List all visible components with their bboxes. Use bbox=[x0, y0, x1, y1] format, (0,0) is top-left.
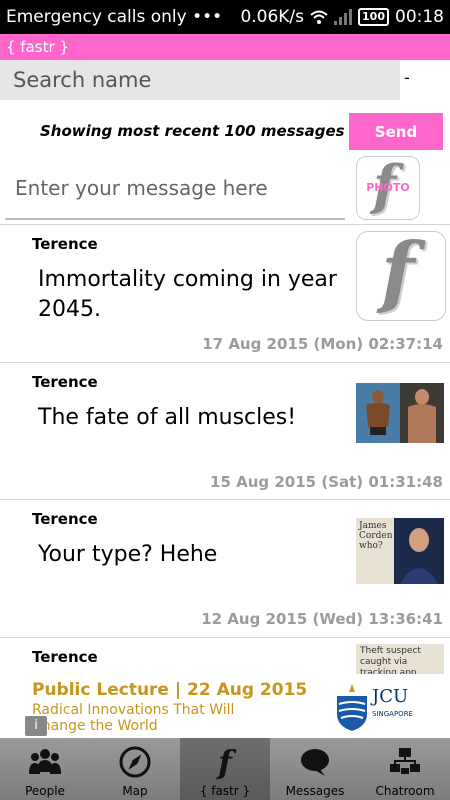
chatroom-icon bbox=[390, 748, 420, 774]
app-title-bar: { fastr } bbox=[0, 34, 450, 60]
message-sender: Terence bbox=[32, 235, 98, 253]
speech-bubble-icon bbox=[301, 749, 329, 776]
search-input[interactable] bbox=[0, 60, 400, 100]
message-thumbnail[interactable]: f bbox=[356, 231, 446, 321]
people-icon bbox=[29, 749, 61, 774]
ad-title: Public Lecture | 22 Aug 2015 bbox=[32, 680, 308, 700]
network-speed: 0.06K/s bbox=[240, 7, 305, 27]
message-item[interactable]: Terence Your type? Hehe James Corden who… bbox=[0, 499, 450, 637]
bottom-nav: People Map f { fastr } Messages Chatroom bbox=[0, 738, 450, 800]
message-timestamp: 17 Aug 2015 (Mon) 02:37:14 bbox=[202, 335, 443, 353]
nav-item-fastr[interactable]: f { fastr } bbox=[180, 738, 270, 800]
showing-label: Showing most recent 100 messages bbox=[40, 122, 345, 140]
message-item[interactable]: Terence Immortality coming in year 2045.… bbox=[0, 224, 450, 362]
search-row: - bbox=[0, 60, 450, 100]
nav-label-fastr: { fastr } bbox=[199, 784, 251, 798]
send-button[interactable]: Send bbox=[349, 113, 443, 150]
nav-item-messages[interactable]: Messages bbox=[270, 738, 360, 800]
message-item[interactable]: Terence The fate of all muscles! 15 Aug … bbox=[0, 362, 450, 499]
message-sender: Terence bbox=[32, 648, 98, 666]
clock: 00:18 bbox=[395, 7, 444, 27]
wifi-icon bbox=[310, 10, 328, 24]
message-text: Immortality coming in year 2045. bbox=[38, 267, 337, 322]
message-thumbnail[interactable] bbox=[356, 383, 444, 443]
message-text: Your type? Hehe bbox=[38, 542, 218, 567]
message-thumbnail[interactable]: James Corden who? bbox=[356, 518, 444, 584]
message-sender: Terence bbox=[32, 510, 98, 528]
nav-label-people: People bbox=[25, 784, 65, 798]
message-timestamp: 15 Aug 2015 (Sat) 01:31:48 bbox=[210, 473, 443, 491]
photo-button[interactable]: f PHOTO bbox=[356, 156, 420, 220]
status-bar: Emergency calls only ••• 0.06K/s 100 00:… bbox=[0, 0, 450, 34]
jcu-text: JCU bbox=[372, 686, 409, 707]
nav-label-chatroom: Chatroom bbox=[375, 784, 435, 798]
nav-item-people[interactable]: People bbox=[0, 738, 90, 800]
info-icon[interactable]: i bbox=[25, 716, 47, 736]
thumbnail-caption: James Corden who? bbox=[359, 521, 393, 551]
nav-label-messages: Messages bbox=[285, 784, 345, 798]
notification-dots: ••• bbox=[192, 7, 223, 27]
photo-label: PHOTO bbox=[366, 181, 410, 194]
message-input[interactable] bbox=[5, 162, 345, 214]
message-text: The fate of all muscles! bbox=[38, 405, 297, 430]
jcu-logo: JCU SINGAPORE bbox=[335, 682, 423, 734]
message-timestamp: 12 Aug 2015 (Wed) 13:36:41 bbox=[201, 610, 443, 628]
ad-subtitle: Radical Innovations That Will Change the… bbox=[32, 702, 235, 734]
muscle-photo bbox=[356, 383, 444, 443]
compass-icon bbox=[119, 746, 151, 778]
portrait-photo bbox=[394, 518, 444, 584]
fastr-logo-icon: f bbox=[381, 231, 415, 317]
signal-icon bbox=[334, 9, 353, 25]
search-dash: - bbox=[404, 68, 410, 87]
nav-label-map: Map bbox=[122, 784, 148, 798]
message-thumbnail[interactable]: Theft suspect caught via tracking app bbox=[356, 644, 444, 674]
message-input-wrap bbox=[5, 162, 345, 220]
nav-item-map[interactable]: Map bbox=[90, 738, 180, 800]
thumbnail-caption: Theft suspect caught via tracking app bbox=[360, 646, 421, 674]
ad-banner[interactable]: Public Lecture | 22 Aug 2015 Radical Inn… bbox=[25, 676, 425, 736]
jcu-subtext: SINGAPORE bbox=[372, 710, 413, 718]
fastr-icon: f bbox=[218, 743, 232, 781]
carrier-text: Emergency calls only ••• bbox=[6, 7, 223, 27]
battery-icon: 100 bbox=[358, 8, 389, 26]
jcu-shield-icon bbox=[337, 684, 367, 731]
nav-item-chatroom[interactable]: Chatroom bbox=[360, 738, 450, 800]
message-sender: Terence bbox=[32, 373, 98, 391]
